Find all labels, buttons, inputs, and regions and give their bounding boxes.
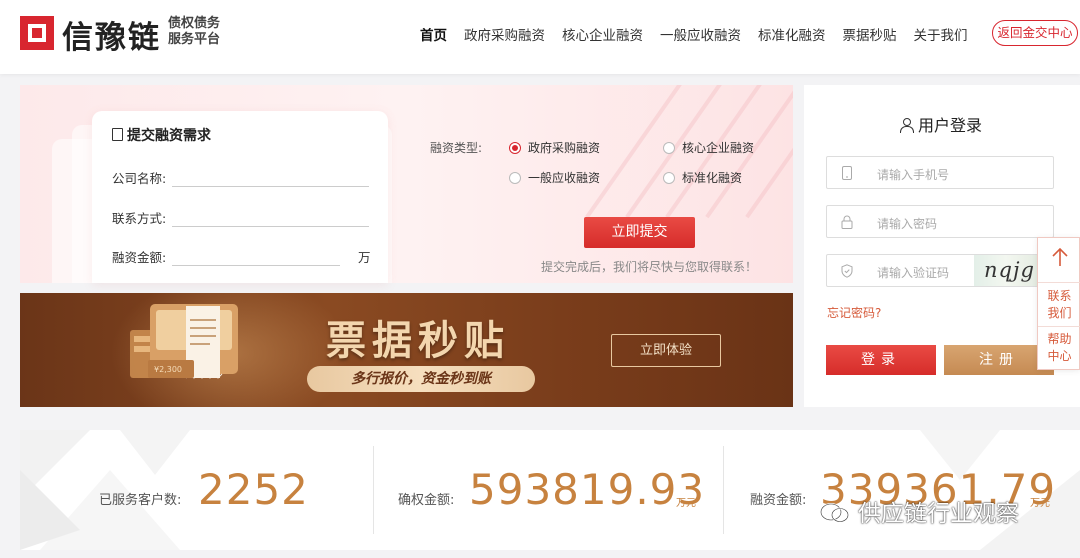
- wechat-icon: [820, 503, 849, 523]
- phone-icon: [842, 166, 852, 180]
- nav-bill-discount[interactable]: 票据秒贴: [843, 24, 897, 44]
- pos-machine-illustration: ¥2,300: [130, 304, 238, 379]
- brand-name[interactable]: 信豫链: [62, 12, 161, 57]
- radio-label: 政府采购融资: [528, 141, 601, 155]
- phone-input[interactable]: 请输入手机号: [826, 156, 1054, 189]
- nav-core-enterprise-financing[interactable]: 核心企业融资: [562, 24, 643, 44]
- company-name-input[interactable]: [172, 186, 369, 187]
- brand-logo-icon[interactable]: [20, 16, 54, 50]
- watermark: 供应链行业观察: [820, 494, 1019, 528]
- back-to-top-button[interactable]: [1038, 238, 1080, 283]
- captcha-image[interactable]: nqjg: [974, 255, 1038, 286]
- confirmed-amount-label: 确权金额:: [398, 493, 455, 508]
- login-title-text: 用户登录: [918, 116, 983, 135]
- company-name-label: 公司名称:: [112, 171, 167, 186]
- served-customers-label: 已服务客户数:: [99, 493, 182, 508]
- submit-request-button[interactable]: 立即提交: [584, 217, 695, 248]
- request-form-title: 提交融资需求: [112, 125, 211, 145]
- radio-core-enterprise[interactable]: 核心企业融资: [663, 139, 754, 156]
- arrow-up-icon: [1052, 247, 1068, 266]
- contact-input[interactable]: [172, 226, 369, 227]
- brand-subtitle: 债权债务 服务平台: [168, 16, 220, 48]
- banner-subtitle: 多行报价，资金秒到账: [307, 366, 535, 392]
- login-title: 用户登录: [900, 112, 982, 136]
- submit-note: 提交完成后，我们将尽快与您取得联系！: [541, 260, 758, 274]
- radio-label: 核心企业融资: [682, 141, 755, 155]
- forgot-password-link[interactable]: 忘记密码?: [827, 304, 881, 321]
- nav-standardized-financing[interactable]: 标准化融资: [758, 24, 826, 44]
- brand-subtitle-line2: 服务平台: [168, 32, 221, 47]
- watermark-text: 供应链行业观察: [858, 501, 1019, 527]
- contact-us-label-1: 联系: [1047, 289, 1072, 303]
- brand-subtitle-line1: 债权债务: [168, 16, 221, 31]
- radio-receivable[interactable]: 一般应收融资: [509, 169, 600, 186]
- receipt-amount: ¥2,300: [154, 365, 182, 374]
- return-exchange-center-button[interactable]: 返回金交中心: [992, 20, 1078, 46]
- confirmed-amount-unit: 万元: [676, 498, 696, 509]
- amount-unit: 万: [358, 250, 371, 265]
- nav-receivable-financing[interactable]: 一般应收融资: [660, 24, 741, 44]
- floating-toolbar: 联系 我们 帮助 中心: [1037, 237, 1080, 370]
- main-nav: 首页 政府采购融资 核心企业融资 一般应收融资 标准化融资 票据秒贴 关于我们: [420, 24, 985, 44]
- phone-placeholder: 请输入手机号: [877, 168, 950, 182]
- nav-about-us[interactable]: 关于我们: [914, 24, 968, 44]
- request-form-title-text: 提交融资需求: [127, 128, 211, 144]
- login-button[interactable]: 登录: [826, 345, 936, 375]
- served-customers-value: 2252: [198, 465, 309, 514]
- contact-us-label-2: 我们: [1047, 306, 1072, 320]
- radio-dot-icon: [509, 142, 521, 154]
- amount-label: 融资金额:: [112, 250, 167, 265]
- radio-dot-icon: [509, 172, 521, 184]
- edit-document-icon: [112, 128, 123, 141]
- top-header: 信豫链 债权债务 服务平台 首页 政府采购融资 核心企业融资 一般应收融资 标准…: [0, 0, 1080, 74]
- nav-home[interactable]: 首页: [420, 24, 447, 44]
- stat-divider: [723, 446, 724, 534]
- banner-title: 票据秒贴: [326, 317, 510, 364]
- user-icon: [900, 118, 914, 133]
- stat-divider: [373, 446, 374, 534]
- amount-input[interactable]: [172, 265, 340, 266]
- financing-amount-label: 融资金额:: [750, 493, 807, 508]
- nav-gov-procurement-financing[interactable]: 政府采购融资: [464, 24, 545, 44]
- help-center-label-2: 中心: [1047, 349, 1072, 363]
- password-placeholder: 请输入密码: [877, 217, 938, 231]
- shield-icon: [841, 264, 853, 278]
- help-center-button[interactable]: 帮助 中心: [1038, 327, 1080, 370]
- contact-label: 联系方式:: [112, 211, 167, 226]
- radio-gov-procurement[interactable]: 政府采购融资: [509, 139, 600, 156]
- help-center-label-1: 帮助: [1047, 332, 1072, 346]
- contact-us-button[interactable]: 联系 我们: [1038, 283, 1080, 327]
- captcha-placeholder: 请输入验证码: [877, 266, 950, 280]
- lock-icon: [841, 215, 853, 229]
- radio-label: 标准化融资: [682, 171, 743, 185]
- radio-label: 一般应收融资: [528, 171, 601, 185]
- confirmed-amount-value: 593819.93: [469, 465, 706, 514]
- financing-type-label: 融资类型:: [430, 141, 483, 155]
- radio-dot-icon: [663, 142, 675, 154]
- try-now-button[interactable]: 立即体验: [611, 334, 721, 367]
- password-input[interactable]: 请输入密码: [826, 205, 1054, 238]
- radio-dot-icon: [663, 172, 675, 184]
- radio-standardized[interactable]: 标准化融资: [663, 169, 742, 186]
- financing-amount-unit: 万元: [1030, 498, 1050, 509]
